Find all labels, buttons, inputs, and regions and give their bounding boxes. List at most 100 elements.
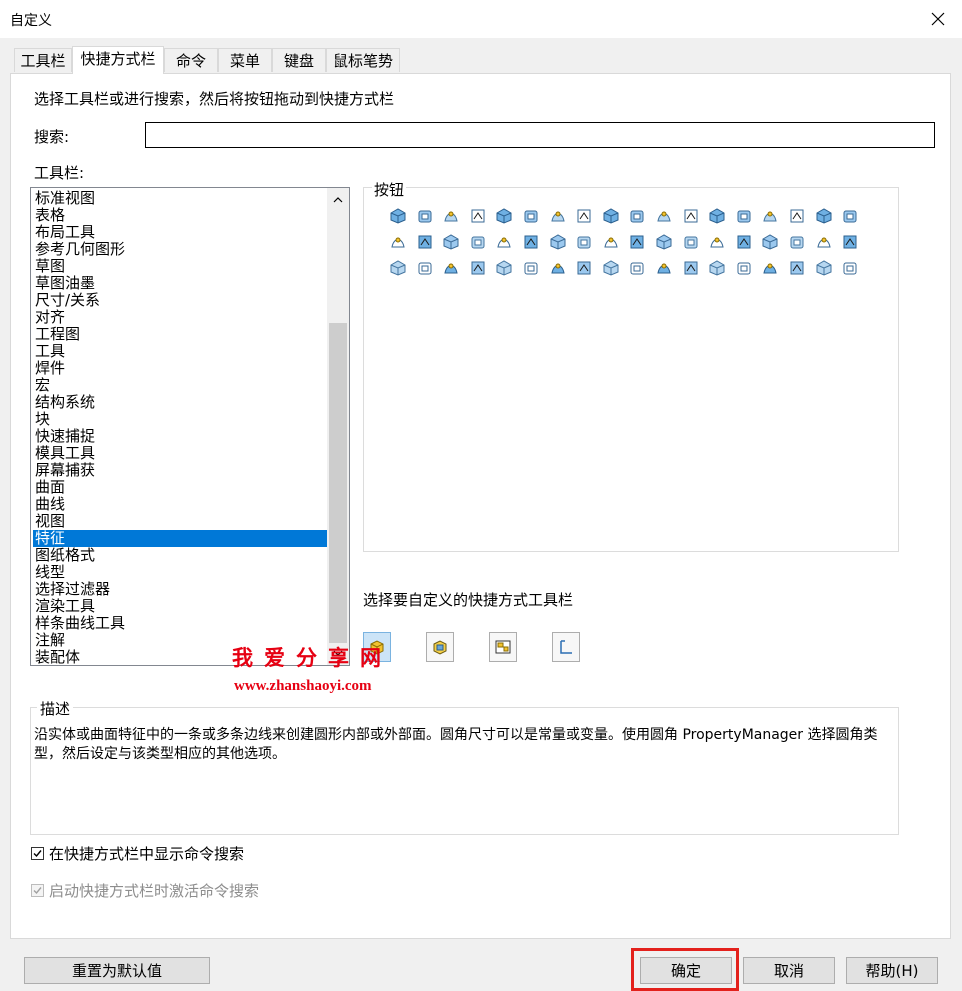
feature-tool-icon[interactable] xyxy=(549,233,567,251)
feature-tool-icon[interactable] xyxy=(549,207,567,225)
tab-mouse-gestures[interactable]: 鼠标笔势 xyxy=(326,48,400,72)
feature-tool-icon[interactable] xyxy=(841,259,859,277)
feature-tool-icon[interactable] xyxy=(389,233,407,251)
feature-tool-icon[interactable] xyxy=(495,207,513,225)
toolbar-list-item[interactable]: 模具工具 xyxy=(33,445,329,462)
feature-tool-icon[interactable] xyxy=(735,259,753,277)
tab-shortcut-bar[interactable]: 快捷方式栏 xyxy=(72,46,164,74)
feature-tool-icon[interactable] xyxy=(682,207,700,225)
feature-tool-icon[interactable] xyxy=(841,233,859,251)
toolbar-list-item[interactable]: 宏 xyxy=(33,377,329,394)
feature-tool-icon[interactable] xyxy=(575,259,593,277)
toolbar-list-item[interactable]: 图纸格式 xyxy=(33,547,329,564)
feature-tool-icon[interactable] xyxy=(628,207,646,225)
feature-tool-icon[interactable] xyxy=(522,259,540,277)
toolbar-list-item[interactable]: 块 xyxy=(33,411,329,428)
toolbar-list-item[interactable]: 对齐 xyxy=(33,309,329,326)
toolbar-list-item[interactable]: 曲线 xyxy=(33,496,329,513)
toolbar-list-item[interactable]: 焊件 xyxy=(33,360,329,377)
feature-tool-icon[interactable] xyxy=(389,207,407,225)
feature-tool-icon[interactable] xyxy=(522,207,540,225)
reset-defaults-button[interactable]: 重置为默认值 xyxy=(24,957,210,984)
feature-tool-icon[interactable] xyxy=(442,207,460,225)
feature-tool-icon[interactable] xyxy=(788,259,806,277)
toolbar-list-item[interactable]: 工具 xyxy=(33,343,329,360)
feature-tool-icon[interactable] xyxy=(708,207,726,225)
close-button[interactable] xyxy=(920,4,956,34)
toolbar-list-item[interactable]: 屏幕捕获 xyxy=(33,462,329,479)
feature-tool-icon[interactable] xyxy=(761,259,779,277)
toolbar-list-item[interactable]: 渲染工具 xyxy=(33,598,329,615)
feature-tool-icon[interactable] xyxy=(682,259,700,277)
qat-sketch-button[interactable] xyxy=(552,632,580,662)
feature-tool-icon[interactable] xyxy=(788,207,806,225)
toolbar-list-item[interactable]: 参考几何图形 xyxy=(33,241,329,258)
toolbar-list-item[interactable]: 视图 xyxy=(33,513,329,530)
toolbar-list-item[interactable]: 标准视图 xyxy=(33,190,329,207)
feature-tool-icon[interactable] xyxy=(761,233,779,251)
scrollbar-thumb[interactable] xyxy=(329,323,347,643)
qat-drawing-button[interactable] xyxy=(489,632,517,662)
feature-tool-icon[interactable] xyxy=(841,207,859,225)
toolbar-list-item[interactable]: 线型 xyxy=(33,564,329,581)
feature-tool-icon[interactable] xyxy=(575,233,593,251)
cancel-button[interactable]: 取消 xyxy=(743,957,835,984)
feature-tool-icon[interactable] xyxy=(469,259,487,277)
feature-tool-icon[interactable] xyxy=(575,207,593,225)
scroll-up-button[interactable] xyxy=(329,190,347,210)
feature-tool-icon[interactable] xyxy=(708,233,726,251)
feature-tool-icon[interactable] xyxy=(522,233,540,251)
feature-tool-icon[interactable] xyxy=(708,259,726,277)
show-search-checkbox[interactable] xyxy=(31,847,44,860)
qat-select-label: 选择要自定义的快捷方式工具栏 xyxy=(363,591,574,609)
feature-tool-icon[interactable] xyxy=(655,233,673,251)
feature-tool-icon[interactable] xyxy=(549,259,567,277)
feature-tool-icon[interactable] xyxy=(495,259,513,277)
feature-tool-icon[interactable] xyxy=(788,233,806,251)
feature-tool-icon[interactable] xyxy=(815,207,833,225)
tab-menus[interactable]: 菜单 xyxy=(218,48,272,72)
toolbar-list-item[interactable]: 草图 xyxy=(33,258,329,275)
feature-tool-icon[interactable] xyxy=(655,259,673,277)
feature-tool-icon[interactable] xyxy=(469,233,487,251)
toolbar-list-item[interactable]: 特征 xyxy=(33,530,329,547)
feature-tool-icon[interactable] xyxy=(416,259,434,277)
feature-tool-icon[interactable] xyxy=(682,233,700,251)
toolbar-list-item[interactable]: 结构系统 xyxy=(33,394,329,411)
toolbar-list-item[interactable]: 工程图 xyxy=(33,326,329,343)
toolbar-list-item[interactable]: 曲面 xyxy=(33,479,329,496)
feature-tool-icon[interactable] xyxy=(815,259,833,277)
toolbar-list-item[interactable]: 布局工具 xyxy=(33,224,329,241)
toolbar-list-item[interactable]: 选择过滤器 xyxy=(33,581,329,598)
feature-tool-icon[interactable] xyxy=(469,207,487,225)
feature-tool-icon[interactable] xyxy=(602,233,620,251)
feature-tool-icon[interactable] xyxy=(735,207,753,225)
feature-tool-icon[interactable] xyxy=(761,207,779,225)
feature-tool-icon[interactable] xyxy=(628,233,646,251)
toolbar-list-item[interactable]: 快速捕捉 xyxy=(33,428,329,445)
qat-assembly-button[interactable] xyxy=(426,632,454,662)
toolbar-list[interactable]: 标准视图 表格 布局工具 参考几何图形 草图 草图油墨 尺寸/关系 对齐 工程图 工具 焊件宏结构系… xyxy=(30,187,350,666)
feature-tool-icon[interactable] xyxy=(442,233,460,251)
feature-tool-icon[interactable] xyxy=(442,259,460,277)
feature-tool-icon[interactable] xyxy=(602,259,620,277)
feature-tool-icon[interactable] xyxy=(495,233,513,251)
search-input[interactable] xyxy=(145,122,935,148)
help-button[interactable]: 帮助(H) xyxy=(846,957,938,984)
toolbar-list-item[interactable]: 样条曲线工具 xyxy=(33,615,329,632)
feature-tool-icon[interactable] xyxy=(389,259,407,277)
tab-keyboard[interactable]: 键盘 xyxy=(272,48,326,72)
tab-commands[interactable]: 命令 xyxy=(164,48,218,72)
feature-tool-icon[interactable] xyxy=(416,207,434,225)
show-search-label: 在快捷方式栏中显示命令搜索 xyxy=(49,845,245,863)
toolbar-list-item[interactable]: 尺寸/关系 xyxy=(33,292,329,309)
feature-tool-icon[interactable] xyxy=(416,233,434,251)
toolbar-list-item[interactable]: 草图油墨 xyxy=(33,275,329,292)
feature-tool-icon[interactable] xyxy=(815,233,833,251)
feature-tool-icon[interactable] xyxy=(735,233,753,251)
feature-tool-icon[interactable] xyxy=(655,207,673,225)
tab-toolbars[interactable]: 工具栏 xyxy=(14,48,72,72)
feature-tool-icon[interactable] xyxy=(628,259,646,277)
feature-tool-icon[interactable] xyxy=(602,207,620,225)
toolbar-list-item[interactable]: 表格 xyxy=(33,207,329,224)
